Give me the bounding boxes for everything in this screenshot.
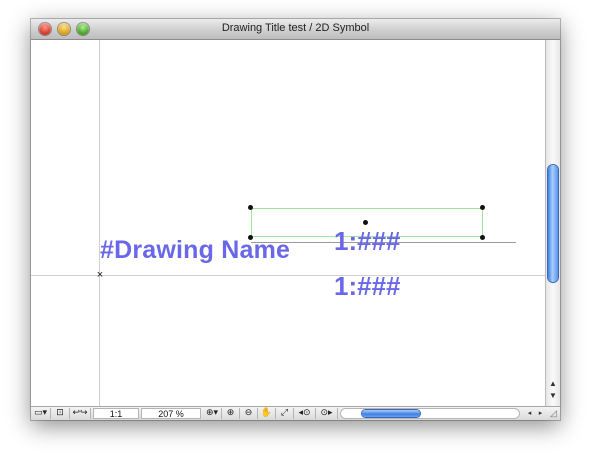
scroll-right-arrow-icon[interactable]: ▸	[535, 408, 546, 419]
fit-in-window-icon[interactable]: ⤢	[276, 408, 294, 419]
zoom-dropdown-icon[interactable]: ⊕▾	[203, 408, 222, 419]
scale-label-upper[interactable]: 1:###	[334, 226, 401, 257]
window-title: Drawing Title test / 2D Symbol	[221, 22, 370, 34]
next-zoom-icon[interactable]: ⊙▸	[316, 408, 338, 419]
pan-hand-icon[interactable]: ✋	[258, 408, 276, 419]
scroll-up-arrow-icon[interactable]: ▲	[546, 378, 560, 390]
status-bar: ▭▾ ⊡ ↩↪ 1:1 207 % ⊕▾ ⊕ ⊖ ✋ ⤢ ◂⊙ ⊙▸ ◂ ▸ ◿	[31, 406, 560, 420]
title-bar[interactable]: Drawing Title test / 2D Symbol	[31, 19, 560, 40]
undo-redo-view-icon[interactable]: ↩↪	[70, 408, 91, 419]
vertical-scroll-thumb[interactable]	[548, 165, 558, 282]
drawing-window: Drawing Title test / 2D Symbol #Drawing …	[31, 19, 560, 420]
vertical-scrollbar[interactable]: ▲ ▼	[545, 40, 560, 406]
selection-handle-center[interactable]	[363, 220, 368, 225]
zoom-window-icon[interactable]: ⊡	[51, 408, 70, 419]
resize-grip-icon[interactable]: ◿	[548, 408, 559, 419]
scroll-down-arrow-icon[interactable]: ▼	[546, 390, 560, 402]
selection-handle-bottom-right[interactable]	[480, 235, 485, 240]
zoom-in-icon[interactable]: ⊕	[222, 408, 240, 419]
vertical-guide-line	[99, 40, 100, 406]
zoom-out-icon[interactable]: ⊖	[240, 408, 258, 419]
selection-handle-top-right[interactable]	[480, 205, 485, 210]
selection-handle-top-left[interactable]	[248, 205, 253, 210]
zoom-field[interactable]: 207 %	[141, 408, 201, 419]
drawing-name-text[interactable]: #Drawing Name	[100, 236, 290, 265]
scale-field[interactable]: 1:1	[93, 408, 139, 419]
drawing-canvas[interactable]: #Drawing Name 1:### 1:### ×	[31, 40, 545, 406]
layer-settings-icon[interactable]: ▭▾	[31, 408, 51, 419]
scale-label-lower[interactable]: 1:###	[334, 271, 401, 302]
horizontal-scrollbar[interactable]	[340, 408, 520, 419]
scroll-left-arrow-icon[interactable]: ◂	[524, 408, 535, 419]
horizontal-scroll-thumb[interactable]	[362, 410, 420, 417]
previous-zoom-icon[interactable]: ◂⊙	[294, 408, 316, 419]
horizontal-guide-line	[31, 275, 545, 276]
origin-marker-icon: ×	[96, 269, 104, 281]
